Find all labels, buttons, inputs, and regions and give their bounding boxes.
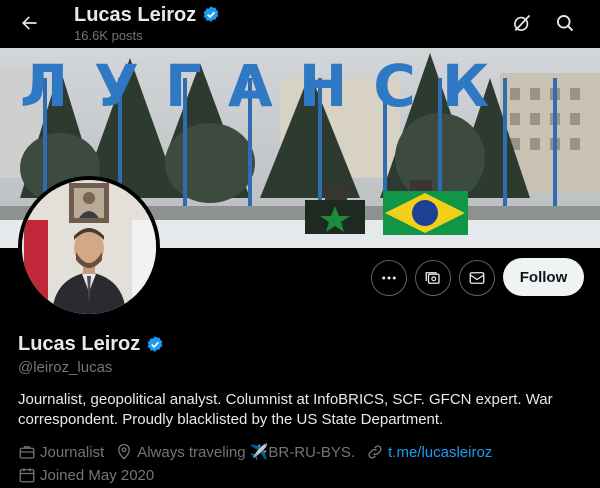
link-icon xyxy=(368,445,382,459)
verified-badge-icon xyxy=(203,6,219,22)
profile-avatar[interactable] xyxy=(18,176,160,318)
location-item: Always traveling ✈️BR-RU-BYS. xyxy=(115,443,355,461)
search-button[interactable] xyxy=(548,6,582,40)
grok-icon xyxy=(514,14,531,32)
posts-count: 16.6K posts xyxy=(74,28,143,43)
subscribe-icon xyxy=(425,272,440,284)
website-item: t.me/lucasleiroz xyxy=(366,443,492,461)
calendar-icon xyxy=(19,468,35,483)
grok-button[interactable] xyxy=(505,6,539,40)
profile-meta-row: Journalist Always traveling ✈️BR-RU-BYS.… xyxy=(18,443,503,461)
back-arrow-icon xyxy=(22,16,37,30)
more-icon xyxy=(382,276,396,280)
profile-bio: Journalist, geopolitical analyst. Column… xyxy=(18,391,553,428)
search-icon xyxy=(557,15,574,32)
message-button[interactable] xyxy=(459,260,495,296)
profile-name: Lucas Leiroz xyxy=(18,333,141,355)
joined-item: Joined May 2020 xyxy=(18,466,154,484)
banner-sign-text: ЛУГАНСК xyxy=(20,52,515,120)
profile-handle: @leiroz_lucas xyxy=(18,359,113,376)
profile-name-row: Lucas Leiroz xyxy=(18,333,165,356)
more-button[interactable] xyxy=(371,260,407,296)
header-title: Lucas Leiroz 16.6K posts xyxy=(74,3,221,43)
profile-joined-row: Joined May 2020 xyxy=(18,466,165,484)
avatar-photo xyxy=(22,180,156,314)
location-pin-icon xyxy=(118,443,131,460)
follow-button[interactable]: Follow xyxy=(503,258,584,296)
location-text: Always traveling ✈️BR-RU-BYS. xyxy=(137,444,356,461)
website-link[interactable]: t.me/lucasleiroz xyxy=(388,444,492,461)
verified-badge-icon[interactable] xyxy=(145,335,165,355)
message-icon xyxy=(469,272,485,284)
profession-text: Journalist xyxy=(40,443,105,461)
header-name: Lucas Leiroz xyxy=(74,4,197,26)
back-button[interactable] xyxy=(12,6,46,40)
joined-text: Joined May 2020 xyxy=(40,466,155,484)
briefcase-icon xyxy=(19,446,35,459)
profession-item: Journalist xyxy=(18,443,104,461)
top-bar: Lucas Leiroz 16.6K posts xyxy=(0,0,600,48)
subscribe-button[interactable] xyxy=(415,260,451,296)
